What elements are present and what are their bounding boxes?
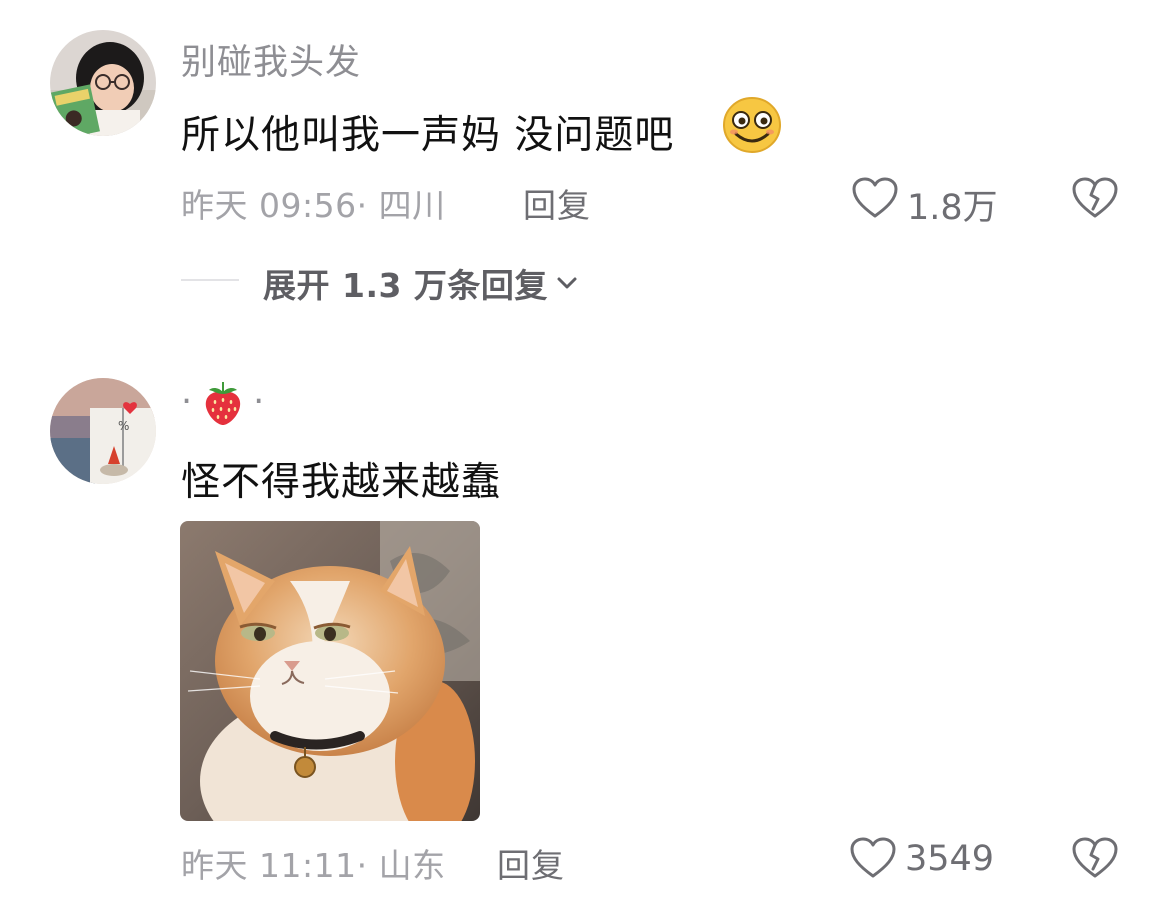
reply-button[interactable]: 回复 — [523, 179, 591, 227]
svg-text:%: % — [118, 419, 129, 433]
reply-button[interactable]: 回复 — [497, 839, 565, 887]
strawberry-icon — [201, 378, 245, 426]
dislike-icon[interactable] — [1071, 176, 1119, 220]
avatar[interactable] — [50, 30, 156, 136]
heart-icon[interactable] — [851, 176, 899, 220]
comment-meta: 昨天 09:56· 四川 — [181, 186, 446, 225]
dislike-icon[interactable] — [1071, 836, 1119, 880]
comment-meta: 昨天 11:11· 山东 — [181, 846, 446, 885]
comment-text: 怪不得我越来越蠢 — [181, 460, 502, 505]
expand-divider — [181, 279, 239, 281]
comment-text-content: 所以他叫我一声妈 没问题吧 — [181, 113, 675, 158]
avatar[interactable]: % — [50, 378, 156, 484]
expand-replies-button[interactable]: 展开 1.3 万条回复 — [263, 259, 578, 307]
like-count: 3549 — [905, 839, 995, 879]
like-count: 1.8万 — [907, 188, 998, 228]
username[interactable]: 别碰我头发 — [181, 34, 361, 85]
username-prefix: · — [181, 382, 194, 422]
comment-text: 所以他叫我一声妈 没问题吧 — [181, 104, 674, 160]
expand-replies-label: 展开 1.3 万条回复 — [263, 266, 548, 305]
smile-emoji-icon — [722, 96, 782, 154]
chevron-down-icon — [556, 276, 578, 290]
heart-icon[interactable] — [849, 836, 897, 880]
username-suffix: · — [253, 382, 266, 422]
username[interactable]: · · — [181, 378, 265, 426]
cat-photo[interactable] — [180, 521, 480, 821]
